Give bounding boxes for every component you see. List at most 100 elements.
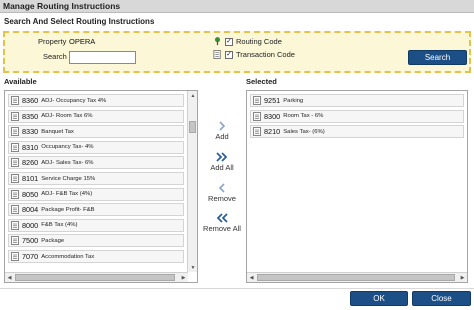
scroll-down-icon[interactable]: ▼ — [188, 263, 197, 272]
item-code: 8260 — [22, 158, 39, 168]
list-item[interactable]: 8360 ADJ- Occupancy Tax 4% — [8, 94, 184, 107]
list-item[interactable]: 8050 ADJ- F&B Tax (4%) — [8, 187, 184, 201]
selected-title: Selected — [246, 77, 277, 86]
list-item[interactable]: 8004 Package Profit- F&B — [8, 203, 184, 217]
document-icon — [11, 189, 19, 199]
add-button[interactable]: Add — [197, 121, 247, 141]
scroll-left-icon[interactable]: ◀ — [5, 273, 14, 282]
document-icon — [11, 111, 19, 121]
list-item[interactable]: 8300 Room Tax - 6% — [250, 109, 464, 123]
document-icon — [11, 127, 19, 137]
document-icon — [11, 252, 19, 261]
item-code: 8310 — [22, 142, 39, 152]
available-scroll-thumb[interactable] — [189, 121, 196, 133]
item-description: Occupancy Tax- 4% — [41, 144, 94, 151]
chevron-right-icon — [219, 121, 226, 131]
item-code: 8004 — [22, 205, 39, 215]
scroll-right-icon[interactable]: ▶ — [179, 273, 188, 282]
remove-all-button[interactable]: Remove All — [197, 213, 247, 233]
item-description: Room Tax - 6% — [283, 113, 324, 120]
remove-button[interactable]: Remove — [197, 183, 247, 203]
item-code: 8300 — [264, 111, 281, 121]
search-criteria-panel: Property OPERA Search ✓ Routing Code ✓ T… — [3, 31, 471, 73]
add-all-button[interactable]: Add All — [197, 152, 247, 172]
document-icon — [11, 96, 19, 105]
item-description: Sales Tax- (6%) — [283, 128, 325, 135]
window-titlebar: Manage Routing Instructions — [0, 0, 474, 13]
list-item[interactable]: 8310 Occupancy Tax- 4% — [8, 140, 184, 154]
double-chevron-right-icon — [216, 152, 228, 162]
available-horizontal-scrollbar[interactable]: ◀ ▶ — [5, 272, 188, 282]
selected-hscroll-thumb[interactable] — [257, 274, 455, 281]
search-input[interactable] — [69, 51, 136, 64]
property-label: Property — [38, 37, 67, 46]
item-description: ADJ- Room Tax 6% — [41, 113, 93, 120]
available-list[interactable]: ▲ ▼ ◀ ▶ 8360 ADJ- Occupancy Tax 4% 8350 ADJ… — [4, 90, 198, 283]
close-button[interactable]: Close — [412, 291, 471, 306]
item-description: Package — [41, 237, 65, 244]
chevron-left-icon — [218, 183, 225, 193]
remove-label: Remove — [208, 194, 236, 203]
item-code: 8210 — [264, 127, 281, 137]
section-title: Search And Select Routing Instructions — [4, 17, 155, 26]
list-item[interactable]: 8210 Sales Tax- (6%) — [250, 125, 464, 139]
document-icon — [253, 111, 261, 121]
item-code: 7070 — [22, 252, 39, 261]
transaction-code-option[interactable]: ✓ Transaction Code — [213, 49, 295, 60]
item-code: 7500 — [22, 236, 39, 246]
item-code: 9251 — [264, 96, 281, 105]
tree-icon — [214, 37, 221, 46]
routing-code-label: Routing Code — [236, 37, 282, 46]
selected-list[interactable]: ◀ ▶ 9251 Parking 8300 Room Tax - 6% 8210 Sale… — [246, 90, 468, 283]
list-item[interactable]: 8000 F&B Tax (4%) — [8, 218, 184, 232]
ok-button[interactable]: OK — [350, 291, 408, 306]
available-hscroll-thumb[interactable] — [15, 274, 175, 281]
item-code: 8101 — [22, 174, 39, 183]
item-code: 8330 — [22, 127, 39, 137]
document-icon — [11, 158, 19, 168]
list-item[interactable]: 8350 ADJ- Room Tax 6% — [8, 109, 184, 123]
item-code: 8350 — [22, 111, 39, 121]
item-description: F&B Tax (4%) — [41, 222, 78, 229]
transaction-code-label: Transaction Code — [236, 50, 295, 59]
scroll-up-icon[interactable]: ▲ — [188, 91, 197, 100]
list-item[interactable]: 9251 Parking — [250, 94, 464, 107]
property-value: OPERA — [69, 37, 96, 46]
item-description: Package Profit- F&B — [41, 206, 95, 213]
document-icon — [11, 174, 19, 183]
list-item[interactable]: 8260 ADJ- Sales Tax- 6% — [8, 156, 184, 170]
item-description: Accommodation Tax — [41, 253, 95, 260]
item-description: Parking — [283, 97, 304, 104]
list-item[interactable]: 7070 Accommodation Tax — [8, 250, 184, 263]
available-title: Available — [4, 77, 37, 86]
document-icon — [11, 220, 19, 230]
routing-code-checkbox[interactable]: ✓ — [225, 37, 233, 46]
scroll-right-icon[interactable]: ▶ — [458, 273, 467, 282]
item-code: 8050 — [22, 189, 39, 199]
item-description: ADJ- Sales Tax- 6% — [41, 159, 94, 166]
add-label: Add — [215, 132, 229, 141]
document-icon — [213, 50, 221, 59]
document-icon — [11, 205, 19, 215]
item-description: Service Charge 15% — [41, 175, 96, 182]
list-item[interactable]: 8330 Banquet Tax — [8, 125, 184, 139]
search-button[interactable]: Search — [408, 50, 467, 65]
document-icon — [11, 236, 19, 246]
footer-divider — [0, 288, 474, 289]
transaction-code-checkbox[interactable]: ✓ — [225, 50, 233, 59]
document-icon — [253, 127, 261, 137]
routing-code-option[interactable]: ✓ Routing Code — [213, 36, 282, 47]
add-all-label: Add All — [210, 163, 234, 172]
double-chevron-left-icon — [216, 213, 228, 223]
item-description: ADJ- F&B Tax (4%) — [41, 191, 93, 198]
item-description: Banquet Tax — [41, 128, 74, 135]
window-title: Manage Routing Instructions — [3, 1, 121, 11]
list-item[interactable]: 7500 Package — [8, 234, 184, 248]
available-vertical-scrollbar[interactable]: ▲ ▼ — [187, 91, 197, 272]
document-icon — [253, 96, 261, 105]
scroll-left-icon[interactable]: ◀ — [247, 273, 256, 282]
selected-horizontal-scrollbar[interactable]: ◀ ▶ — [247, 272, 467, 282]
item-code: 8000 — [22, 220, 39, 230]
item-code: 8360 — [22, 96, 39, 105]
list-item[interactable]: 8101 Service Charge 15% — [8, 172, 184, 185]
